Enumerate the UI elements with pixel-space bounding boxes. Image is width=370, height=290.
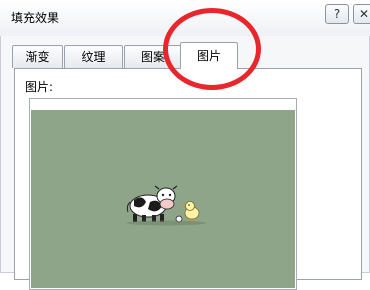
picture-label: 图片: [25, 80, 54, 94]
picture-preview [29, 98, 297, 290]
highlight-annotation [163, 8, 261, 90]
close-button[interactable]: ✕ [353, 4, 370, 24]
tab-gradient[interactable]: 渐变 [12, 45, 63, 68]
tab-texture[interactable]: 纹理 [64, 45, 123, 68]
preview-image [31, 110, 295, 288]
help-button[interactable]: ? [325, 4, 349, 24]
tab-panel-picture: 图片: [14, 68, 362, 290]
cow-chick-illustration [126, 185, 206, 226]
window-title: 填充效果 [11, 11, 60, 25]
